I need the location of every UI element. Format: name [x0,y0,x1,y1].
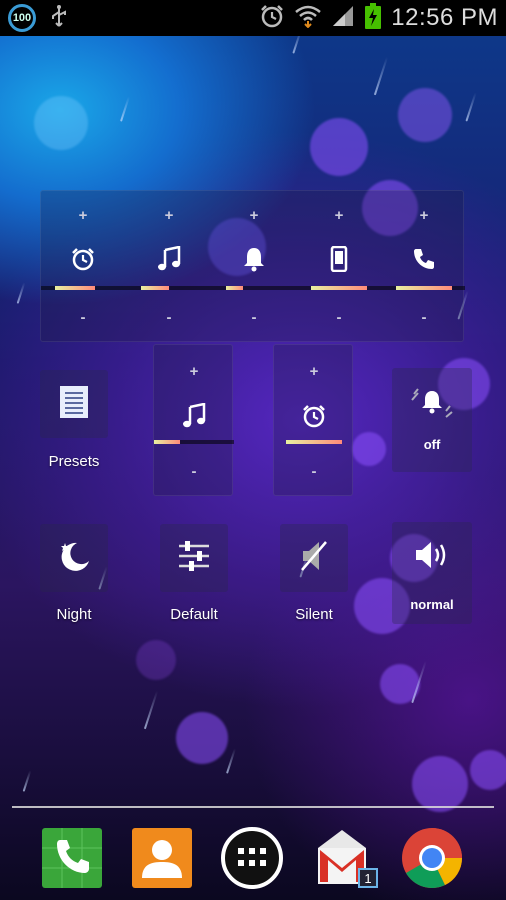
default-label: Default [170,606,218,623]
contacts-app-icon[interactable] [130,826,194,890]
dock-divider [12,806,494,808]
music-volume-down-button[interactable]: - [141,309,197,326]
music-mini-volume-down-button[interactable]: - [154,463,234,480]
wifi-icon [295,4,322,33]
system-volume-bar[interactable] [311,286,367,290]
gmail-app-icon[interactable]: 1 [310,826,378,890]
silent-label: Silent [295,606,333,623]
system-volume-up-button[interactable]: + [311,207,367,224]
phone-app-icon[interactable] [40,826,104,890]
music-icon[interactable] [154,401,234,431]
alarm-volume-up-button[interactable]: + [55,207,111,224]
notification-volume-bar[interactable] [226,286,243,290]
call-icon[interactable] [396,244,452,274]
speaker-icon [414,540,450,575]
alarm-volume-bar[interactable] [55,286,96,290]
volume-column-music: + [141,207,197,274]
default-profile-button[interactable] [160,524,228,592]
alarm-icon[interactable] [55,244,111,274]
volume-column-call: + [396,207,452,274]
notification-volume-down-button[interactable]: - [226,309,282,326]
usb-icon [50,4,68,32]
system-volume-down-button[interactable]: - [311,309,367,326]
vibrate-toggle[interactable]: off [392,368,472,472]
alarm-icon[interactable] [274,401,354,431]
ringer-mode-label: normal [410,597,454,612]
battery-level: 100 [12,12,32,24]
presets-button[interactable] [40,370,108,438]
call-volume-up-button[interactable]: + [396,207,452,224]
app-drawer-icon[interactable] [220,826,284,890]
music-mini-volume-bar[interactable] [154,440,181,444]
music-volume-bar[interactable] [141,286,169,290]
presets-label: Presets [48,453,100,470]
speaker-muted-icon [299,539,329,578]
clock: 12:56 PM [391,4,498,31]
bell-icon[interactable] [226,244,282,274]
volume-column-alarm: + [55,207,111,274]
alarm-mini-volume-bar[interactable] [286,440,342,444]
battery-charging-icon [365,2,382,34]
alarm-mini-volume-down-button[interactable]: - [274,463,354,480]
music-mini-volume-up-button[interactable]: + [154,363,234,380]
night-label: Night [56,606,92,623]
chrome-app-icon[interactable] [400,826,464,890]
music-icon[interactable] [141,244,197,274]
vibrate-bell-icon [408,388,456,423]
list-icon [59,385,89,424]
moon-icon [57,539,91,578]
ringer-mode-toggle[interactable]: normal [392,522,472,624]
night-profile-button[interactable] [40,524,108,592]
status-bar: 100 12:56 PM [0,0,506,36]
call-volume-down-button[interactable]: - [396,309,452,326]
alarm-mini-volume-up-button[interactable]: + [274,363,354,380]
notification-volume-up-button[interactable]: + [226,207,282,224]
vibrate-label: off [423,437,441,452]
music-volume-mini-widget: + - [153,344,234,496]
alarm-icon [259,3,285,34]
alarm-volume-down-button[interactable]: - [55,309,111,326]
alarm-volume-mini-widget: + - [273,344,353,496]
phone-device-icon[interactable] [311,244,367,274]
silent-profile-button[interactable] [280,524,348,592]
gmail-unread-badge: 1 [358,868,378,888]
sliders-icon [177,540,211,577]
volume-widget: + + + + + - - - - - [40,190,465,342]
volume-column-system: + [311,207,367,274]
signal-icon [331,4,355,33]
volume-column-notification: + [226,207,282,274]
battery-circle-icon: 100 [8,4,36,32]
call-volume-bar[interactable] [396,286,452,290]
music-volume-up-button[interactable]: + [141,207,197,224]
